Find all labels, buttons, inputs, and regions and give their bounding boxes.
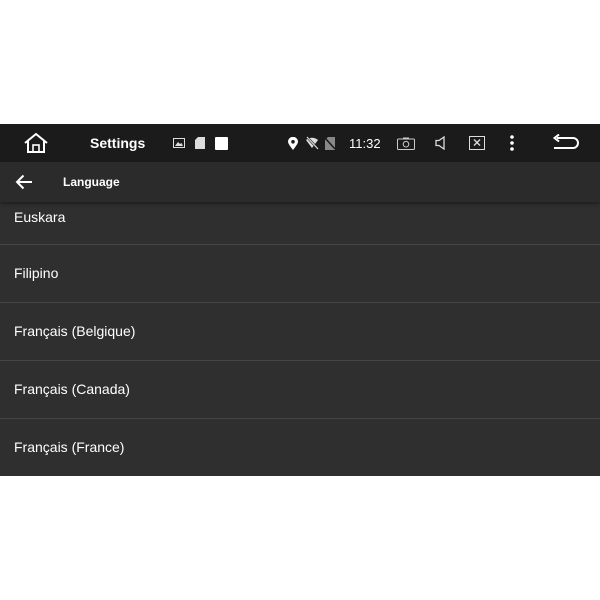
language-list: Euskara Filipino Français (Belgique) Fra… bbox=[0, 202, 600, 476]
wifi-off-icon bbox=[304, 124, 320, 162]
back-arrow-icon[interactable] bbox=[550, 124, 580, 162]
language-item-filipino[interactable]: Filipino bbox=[0, 245, 600, 303]
app-title: Settings bbox=[90, 135, 146, 151]
list-item-label: Euskara bbox=[14, 209, 66, 225]
no-sim-icon bbox=[324, 124, 336, 162]
volume-icon[interactable] bbox=[433, 124, 449, 162]
close-window-icon[interactable] bbox=[467, 124, 487, 162]
language-item-francais-belgique[interactable]: Français (Belgique) bbox=[0, 303, 600, 361]
more-vert-icon[interactable] bbox=[504, 124, 520, 162]
image-icon bbox=[172, 124, 186, 162]
language-item-francais-france[interactable]: Français (France) bbox=[0, 419, 600, 476]
home-icon[interactable] bbox=[18, 124, 54, 162]
list-item-label: Français (France) bbox=[14, 439, 125, 455]
language-item-euskara[interactable]: Euskara bbox=[0, 202, 600, 245]
language-item-francais-canada[interactable]: Français (Canada) bbox=[0, 361, 600, 419]
status-bar: Settings 11:32 bbox=[0, 124, 600, 162]
camera-icon[interactable] bbox=[396, 124, 416, 162]
action-bar: Language bbox=[0, 162, 600, 202]
clock: 11:32 bbox=[349, 135, 381, 151]
list-item-label: Français (Canada) bbox=[14, 381, 130, 397]
list-item-label: Français (Belgique) bbox=[14, 323, 136, 339]
android-screen: Settings 11:32 Language Euskara Filipino… bbox=[0, 124, 600, 476]
page-title: Language bbox=[63, 175, 120, 189]
list-item-label: Filipino bbox=[14, 265, 59, 281]
arrow-left-icon bbox=[15, 174, 32, 190]
location-icon bbox=[287, 124, 299, 162]
sd-card-icon bbox=[194, 124, 206, 162]
square-icon bbox=[214, 124, 228, 162]
